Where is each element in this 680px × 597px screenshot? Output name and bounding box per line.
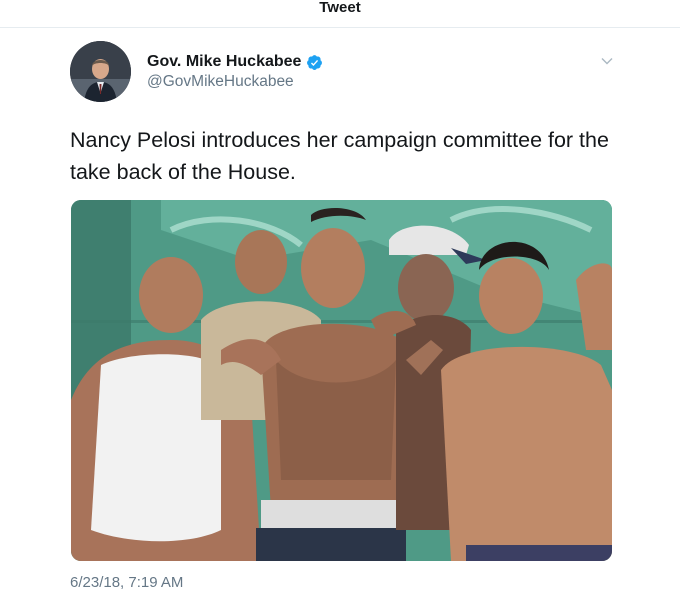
tweet-page: Tweet Gov. Mike Huckabee @GovMikeHuckabe…	[0, 0, 680, 597]
page-title: Tweet	[319, 0, 361, 16]
top-bar: Tweet	[0, 0, 680, 28]
author-handle[interactable]: @GovMikeHuckabee	[147, 73, 294, 91]
author-name-row: Gov. Mike Huckabee	[147, 52, 323, 72]
tweet-text: Nancy Pelosi introduces her campaign com…	[70, 128, 609, 184]
verified-badge-icon	[307, 54, 323, 70]
photo-icon	[71, 200, 612, 561]
tweet-photo[interactable]	[71, 200, 612, 561]
tweet-timestamp[interactable]: 6/23/18, 7:19 AM	[70, 574, 183, 591]
author-avatar[interactable]	[70, 41, 131, 102]
author-name[interactable]: Gov. Mike Huckabee	[147, 53, 301, 71]
avatar-photo-icon	[70, 41, 131, 102]
chevron-down-icon[interactable]	[600, 54, 614, 68]
